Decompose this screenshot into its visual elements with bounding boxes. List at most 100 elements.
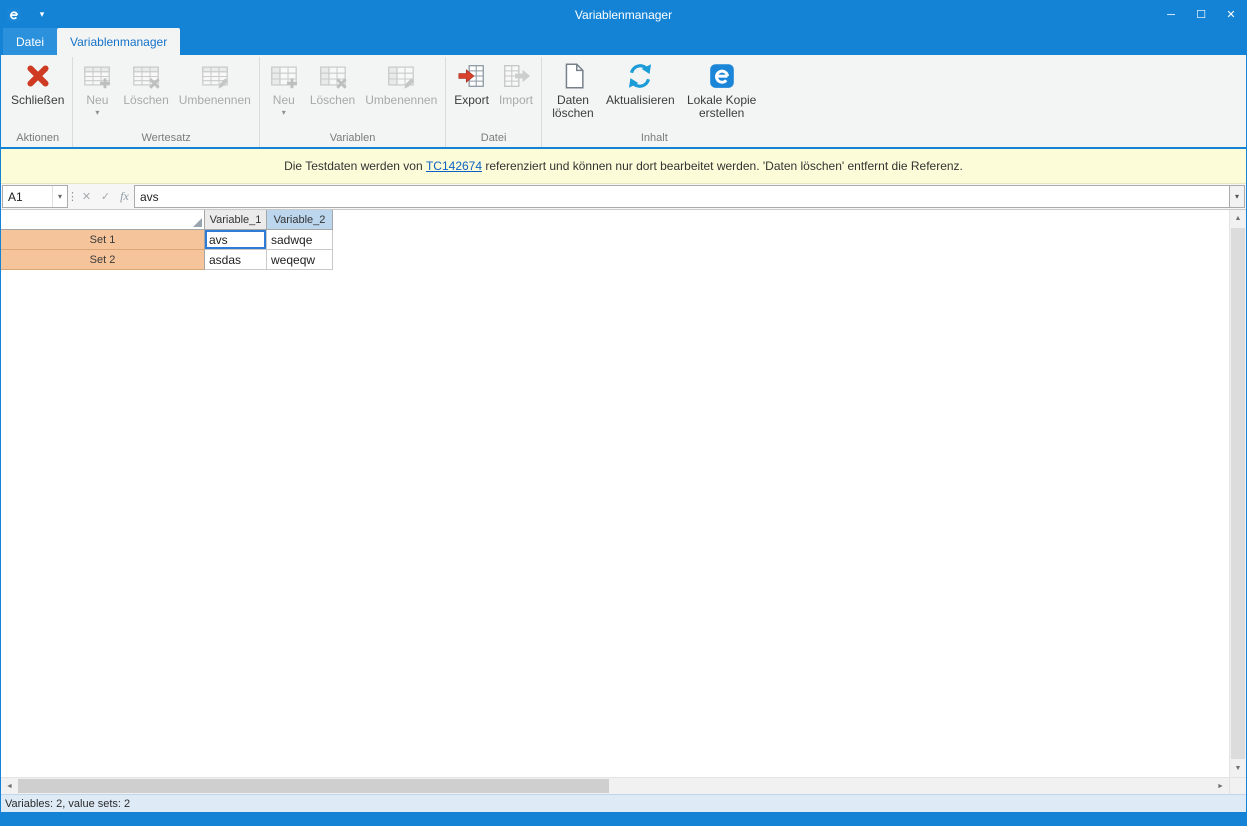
variablen-neu-button: Neu ▾	[263, 57, 305, 116]
insert-function-button[interactable]: fx	[115, 185, 134, 208]
export-icon	[456, 60, 488, 92]
lokale-kopie-erstellen-button[interactable]: Lokale Kopie erstellen	[680, 57, 764, 120]
cancel-entry-button[interactable]: ✕	[77, 185, 96, 208]
app-logo-icon	[706, 60, 738, 92]
window-controls: ─ ☐ ✕	[1156, 1, 1246, 28]
formula-dropdown-icon[interactable]: ▾	[1230, 185, 1245, 208]
wertesatz-loeschen-button: Löschen	[118, 57, 173, 107]
ribbon-group-inhalt: Daten löschen Aktualisieren Lokale Kopie…	[541, 57, 767, 147]
table-delete-icon	[130, 60, 162, 92]
confirm-entry-button[interactable]: ✓	[96, 185, 115, 208]
chevron-down-icon: ▾	[282, 109, 286, 116]
name-box-dropdown-icon[interactable]: ▾	[52, 186, 67, 207]
column-add-icon	[268, 60, 300, 92]
aktualisieren-button[interactable]: Aktualisieren	[601, 57, 680, 107]
table-rename-icon	[199, 60, 231, 92]
scroll-right-icon[interactable]: ►	[1212, 778, 1229, 794]
variablen-umbenennen-button: Umbenennen	[360, 57, 442, 107]
maximize-button[interactable]: ☐	[1186, 1, 1216, 28]
column-header-variable-1[interactable]: Variable_1	[205, 210, 267, 230]
scrollbar-corner	[1229, 777, 1246, 794]
table-add-icon	[81, 60, 113, 92]
formula-bar-splitter-icon[interactable]: ⋮	[68, 185, 77, 208]
document-icon	[557, 60, 589, 92]
button-label: Lokale Kopie erstellen	[685, 94, 759, 120]
vertical-scroll-thumb[interactable]	[1231, 228, 1245, 759]
export-button[interactable]: Export	[449, 57, 494, 107]
button-label: Neu	[86, 94, 108, 107]
scroll-up-icon[interactable]: ▲	[1230, 210, 1246, 227]
ribbon-group-variablen: Neu ▾ Löschen Umbenennen Variablen	[259, 57, 445, 147]
info-text-before: Die Testdaten werden von	[284, 159, 426, 173]
ribbon-group-datei: Export Import Datei	[445, 57, 541, 147]
cell-a2[interactable]: asdas	[205, 250, 267, 270]
grid-row-set2: Set 2 asdas weqeqw	[1, 250, 1246, 270]
title-bar: ▾ Variablenmanager ─ ☐ ✕	[1, 1, 1246, 28]
minimize-button[interactable]: ─	[1156, 1, 1186, 28]
window-title: Variablenmanager	[575, 8, 672, 22]
cell-b2[interactable]: weqeqw	[267, 250, 333, 270]
formula-bar: A1 ▾ ⋮ ✕ ✓ fx ▾	[1, 184, 1246, 210]
cell-b1[interactable]: sadwqe	[267, 230, 333, 250]
ribbon: Schließen Aktionen Neu ▾ Löschen	[1, 55, 1246, 149]
app-logo-icon[interactable]	[6, 7, 22, 23]
testcase-link[interactable]: TC142674	[426, 159, 482, 173]
close-red-icon	[22, 60, 54, 92]
daten-loeschen-button[interactable]: Daten löschen	[545, 57, 601, 120]
group-label-inhalt: Inhalt	[545, 131, 764, 147]
window-bottom-border	[1, 812, 1246, 825]
select-all-corner[interactable]	[1, 210, 205, 230]
row-header-set1[interactable]: Set 1	[1, 230, 205, 250]
refresh-icon	[624, 60, 656, 92]
info-text-after: referenziert und können nur dort bearbei…	[482, 159, 963, 173]
name-box-value[interactable]: A1	[3, 186, 52, 207]
reference-info-bar: Die Testdaten werden von TC142674 refere…	[1, 149, 1246, 184]
grid-row-set1: Set 1 avs sadwqe	[1, 230, 1246, 250]
variablen-loeschen-button: Löschen	[305, 57, 360, 107]
ribbon-tab-row: Datei Variablenmanager	[1, 28, 1246, 55]
import-icon	[500, 60, 532, 92]
button-label: Aktualisieren	[606, 94, 675, 107]
horizontal-scroll-track[interactable]	[18, 778, 1212, 794]
button-label: Löschen	[123, 94, 168, 107]
variable-grid: Variable_1 Variable_2 Set 1 avs sadwqe S…	[1, 210, 1246, 794]
tab-datei[interactable]: Datei	[3, 28, 57, 55]
scroll-left-icon[interactable]: ◄	[1, 778, 18, 794]
row-header-set2[interactable]: Set 2	[1, 250, 205, 270]
vertical-scroll-track[interactable]	[1230, 227, 1246, 760]
tab-variablenmanager[interactable]: Variablenmanager	[57, 28, 180, 55]
schliessen-button[interactable]: Schließen	[6, 57, 69, 107]
name-box[interactable]: A1 ▾	[2, 185, 68, 208]
horizontal-scroll-thumb[interactable]	[18, 779, 609, 793]
status-text: Variables: 2, value sets: 2	[5, 798, 130, 810]
vertical-scrollbar[interactable]: ▲ ▼	[1229, 210, 1246, 777]
variablenmanager-window: ▾ Variablenmanager ─ ☐ ✕ Datei Variablen…	[0, 0, 1247, 826]
cell-a1[interactable]: avs	[205, 230, 267, 250]
column-rename-icon	[385, 60, 417, 92]
wertesatz-umbenennen-button: Umbenennen	[174, 57, 256, 107]
button-label: Export	[454, 94, 489, 107]
close-button[interactable]: ✕	[1216, 1, 1246, 28]
button-label: Daten löschen	[550, 94, 596, 120]
column-delete-icon	[317, 60, 349, 92]
import-button: Import	[494, 57, 538, 107]
button-label: Löschen	[310, 94, 355, 107]
group-label-datei: Datei	[449, 131, 538, 147]
ribbon-group-aktionen: Schließen Aktionen	[3, 57, 72, 147]
button-label: Umbenennen	[179, 94, 251, 107]
grid-header-row: Variable_1 Variable_2	[1, 210, 1246, 230]
formula-input[interactable]	[134, 185, 1230, 208]
column-header-variable-2[interactable]: Variable_2	[267, 210, 333, 230]
chevron-down-icon: ▾	[95, 109, 99, 116]
group-label-wertesatz: Wertesatz	[76, 131, 255, 147]
quick-access-dropdown-icon[interactable]: ▾	[34, 9, 50, 20]
wertesatz-neu-button: Neu ▾	[76, 57, 118, 116]
scroll-down-icon[interactable]: ▼	[1230, 760, 1246, 777]
group-label-aktionen: Aktionen	[6, 131, 69, 147]
ribbon-group-wertesatz: Neu ▾ Löschen Umbenennen Wertesatz	[72, 57, 258, 147]
status-bar: Variables: 2, value sets: 2	[1, 794, 1246, 812]
button-label: Schließen	[11, 94, 64, 107]
button-label: Umbenennen	[365, 94, 437, 107]
horizontal-scrollbar[interactable]: ◄ ►	[1, 777, 1229, 794]
button-label: Neu	[273, 94, 295, 107]
